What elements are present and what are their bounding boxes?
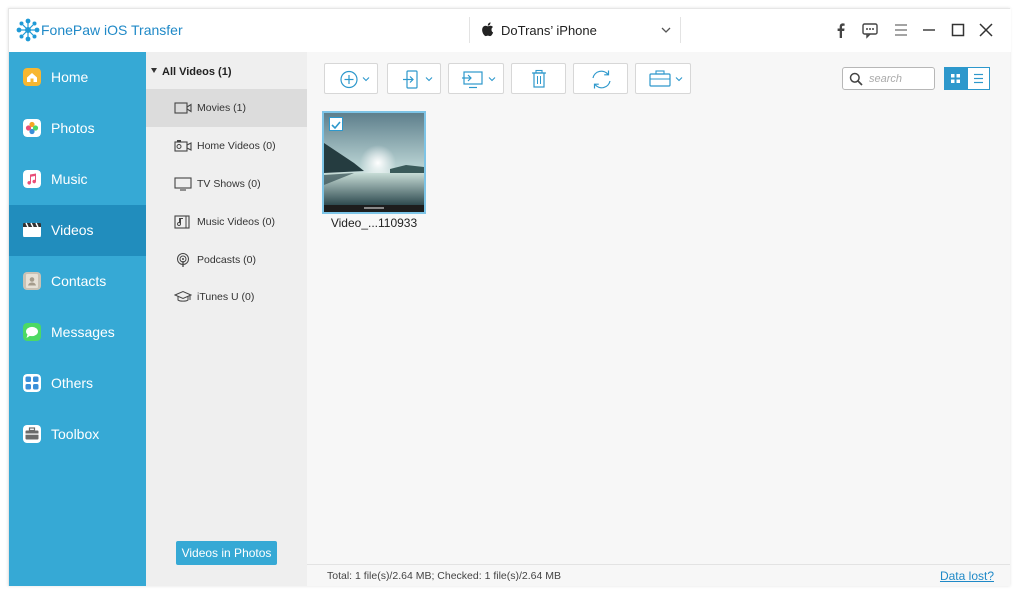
sidebar-item-label: Photos <box>51 120 95 136</box>
fonepaw-logo-icon <box>16 18 40 42</box>
sidebar-item-label: Music <box>51 171 88 187</box>
refresh-button[interactable] <box>573 63 628 94</box>
grid-view-icon <box>951 74 960 83</box>
minimize-icon[interactable] <box>920 21 938 39</box>
data-lost-link[interactable]: Data lost? <box>940 569 994 583</box>
tv-icon <box>174 177 192 191</box>
others-icon <box>23 374 41 392</box>
sidebar-item-music[interactable]: Music <box>9 154 146 205</box>
home-icon <box>23 68 41 86</box>
checkmark-icon <box>331 121 341 130</box>
videos-icon <box>23 222 41 237</box>
search-input[interactable] <box>869 71 931 86</box>
movie-icon <box>174 102 192 114</box>
toolbox-icon <box>23 425 41 443</box>
status-bar: Total: 1 file(s)/2.64 MB; Checked: 1 fil… <box>307 564 1010 586</box>
category-label: iTunes U (0) <box>197 291 255 303</box>
maximize-icon[interactable] <box>949 21 967 39</box>
toolbox-icon <box>649 70 683 87</box>
feedback-icon[interactable] <box>861 21 879 39</box>
sidebar-item-label: Messages <box>51 324 115 340</box>
photos-icon <box>23 119 41 137</box>
export-to-pc-button[interactable] <box>448 63 504 94</box>
export-to-device-button[interactable] <box>387 63 441 94</box>
toolbox-button[interactable] <box>635 63 691 94</box>
device-selector[interactable]: DoTrans’ iPhone <box>469 17 681 43</box>
category-movies[interactable]: Movies (1) <box>146 89 307 127</box>
sidebar-item-contacts[interactable]: Contacts <box>9 256 146 307</box>
trash-icon <box>532 69 546 88</box>
sidebar-item-videos[interactable]: Videos <box>9 205 146 256</box>
select-checkbox[interactable] <box>329 117 343 131</box>
search-box[interactable] <box>842 67 935 90</box>
category-label: TV Shows (0) <box>197 178 261 190</box>
delete-button[interactable] <box>511 63 566 94</box>
title-bar: FonePaw iOS Transfer DoTrans’ iPhone <box>9 9 1011 52</box>
category-label: Music Videos (0) <box>197 216 276 228</box>
category-home-videos[interactable]: Home Videos (0) <box>146 127 307 165</box>
list-view-button[interactable] <box>967 67 990 90</box>
category-label: Home Videos (0) <box>197 140 276 152</box>
sidebar-item-label: Contacts <box>51 273 107 289</box>
music-icon <box>23 170 41 188</box>
sidebar-item-toolbox[interactable]: Toolbox <box>9 409 146 460</box>
video-filename: Video_...110933 <box>330 216 418 230</box>
sidebar-item-messages[interactable]: Messages <box>9 307 146 358</box>
add-icon <box>340 70 370 89</box>
chevron-down-icon <box>661 27 671 33</box>
main-content: Video_...110933 Total: 1 file(s)/2.64 MB… <box>307 52 1010 586</box>
status-summary: Total: 1 file(s)/2.64 MB; Checked: 1 fil… <box>327 570 562 582</box>
sidebar-item-label: Home <box>51 69 89 85</box>
sidebar-item-home[interactable]: Home <box>9 52 146 103</box>
device-name: DoTrans’ iPhone <box>501 23 597 38</box>
messages-icon <box>23 323 41 341</box>
sidebar-item-others[interactable]: Others <box>9 358 146 409</box>
sidebar-item-photos[interactable]: Photos <box>9 103 146 154</box>
contacts-icon <box>23 272 41 290</box>
category-music-videos[interactable]: Music Videos (0) <box>146 203 307 241</box>
all-videos-label: All Videos (1) <box>162 66 232 78</box>
videos-in-photos-button[interactable]: Videos in Photos <box>176 541 277 565</box>
category-itunes-u[interactable]: iTunes U (0) <box>146 278 307 316</box>
category-podcasts[interactable]: Podcasts (0) <box>146 241 307 279</box>
menu-icon[interactable] <box>892 21 910 39</box>
sidebar-item-label: Toolbox <box>51 426 100 442</box>
video-thumbnail[interactable] <box>322 111 426 214</box>
add-button[interactable] <box>324 63 378 94</box>
app-window: FonePaw iOS Transfer DoTrans’ iPhone Hom… <box>8 8 1011 586</box>
caret-down-icon <box>151 68 157 73</box>
close-icon[interactable] <box>977 21 995 39</box>
itunes-u-icon <box>174 290 192 302</box>
export-to-pc-icon <box>462 71 496 89</box>
music-video-icon <box>174 215 190 229</box>
category-label: Podcasts (0) <box>197 254 256 266</box>
list-view-icon <box>974 73 983 84</box>
apple-icon <box>482 22 494 37</box>
grid-view-button[interactable] <box>944 67 967 90</box>
refresh-icon <box>592 70 611 89</box>
category-label: Movies (1) <box>197 102 247 114</box>
export-to-device-icon <box>403 70 433 89</box>
app-title: FonePaw iOS Transfer <box>41 22 183 38</box>
category-tv-shows[interactable]: TV Shows (0) <box>146 165 307 203</box>
sidebar-item-label: Others <box>51 375 94 391</box>
home-video-icon <box>174 140 192 152</box>
all-videos-header[interactable]: All Videos (1) <box>151 66 231 78</box>
facebook-icon[interactable] <box>832 21 850 39</box>
podcast-icon <box>177 253 189 267</box>
video-category-list: All Videos (1) Movies (1) Home Videos (0… <box>146 52 307 586</box>
sidebar: Home Photos Music Videos Contacts Messag… <box>9 52 146 586</box>
search-icon <box>849 72 863 86</box>
sidebar-item-label: Videos <box>51 222 94 238</box>
